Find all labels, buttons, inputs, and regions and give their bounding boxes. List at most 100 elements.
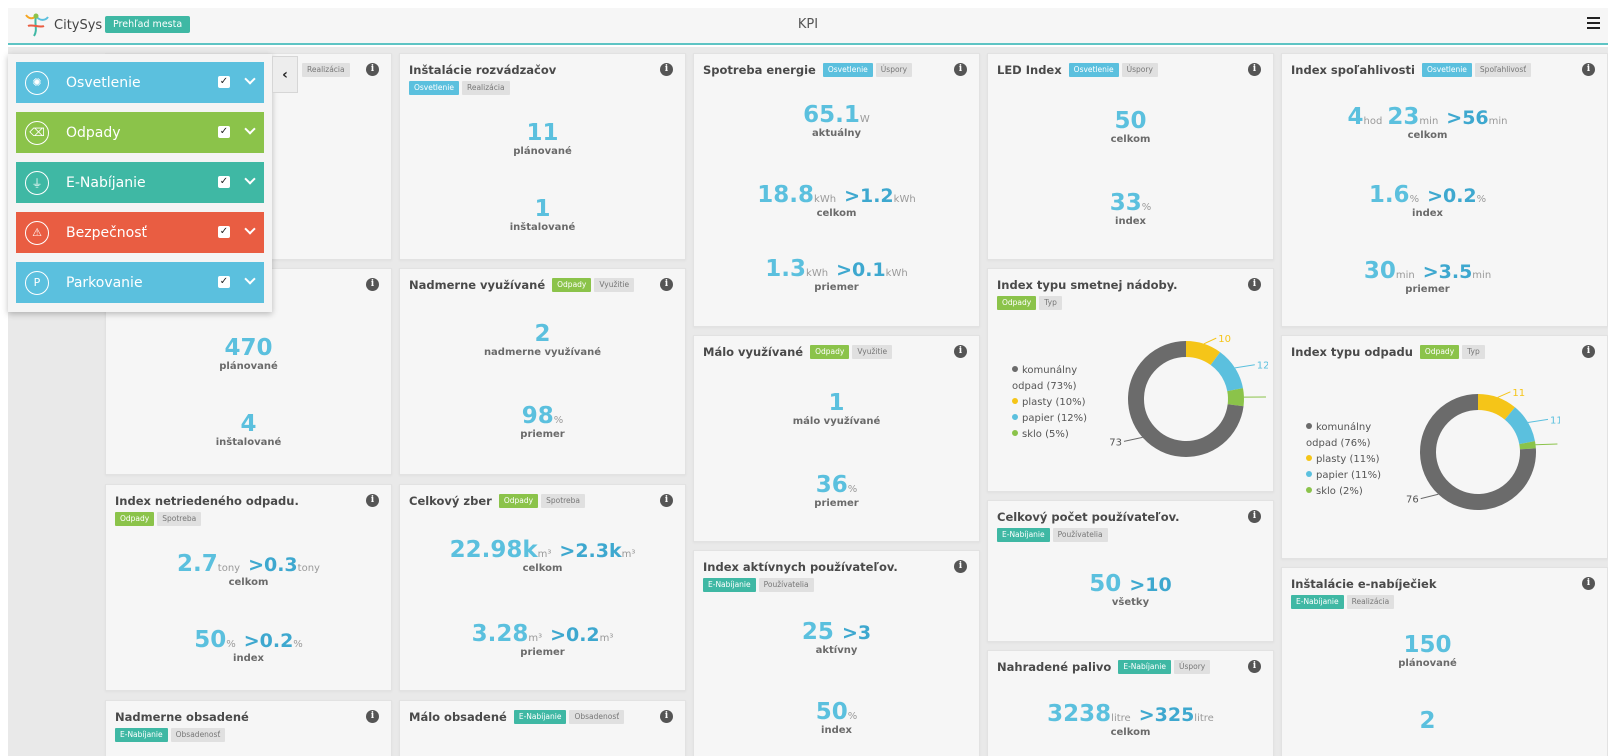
- metric-underused: 1 málo využívané: [792, 390, 881, 427]
- info-icon[interactable]: i: [1248, 278, 1261, 291]
- info-icon[interactable]: i: [660, 494, 673, 507]
- alarm-icon: ⚠: [25, 220, 49, 245]
- slice-label: 2: [1559, 440, 1560, 451]
- tag-uspory[interactable]: Úspory: [1173, 660, 1211, 674]
- sidebar-item-bezpecnost[interactable]: ⚠ Bezpečnosť ✓: [16, 212, 264, 253]
- tag-pouzivatelia[interactable]: Používatelia: [758, 578, 814, 592]
- tag-osvetlenie[interactable]: Osvetlenie: [409, 81, 459, 95]
- info-icon[interactable]: i: [366, 278, 379, 291]
- chevron-down-icon[interactable]: [244, 273, 256, 285]
- tag-odpady[interactable]: Odpady: [997, 296, 1037, 310]
- donut-slice[interactable]: [1477, 394, 1515, 420]
- tag-vyuzitie[interactable]: Využitie: [852, 345, 893, 359]
- tag-odpady[interactable]: Odpady: [1419, 345, 1460, 359]
- tag-obsadenost[interactable]: Obsadenosť: [170, 728, 226, 742]
- info-icon[interactable]: i: [1582, 63, 1595, 76]
- donut-slice[interactable]: [1504, 407, 1535, 445]
- legend-item: plasty (11%): [1306, 452, 1396, 468]
- info-icon[interactable]: i: [660, 63, 673, 76]
- metric-planned: 470 plánované: [219, 335, 278, 372]
- tag-odpady[interactable]: Odpady: [115, 512, 155, 526]
- card-title: Nahradené palivo E-Nabíjanie Úspory: [997, 660, 1243, 674]
- info-icon[interactable]: i: [1248, 63, 1261, 76]
- metric-total: 2.7tony >0.3tony celkom: [177, 551, 320, 588]
- info-icon[interactable]: i: [366, 63, 379, 76]
- tag-spolahlivost[interactable]: Spoľahlivosť: [1474, 63, 1532, 77]
- chevron-down-icon[interactable]: [244, 123, 256, 135]
- tag-osvetlenie[interactable]: Osvetlenie: [822, 63, 873, 77]
- slice-label: 12: [1257, 361, 1268, 372]
- tag-enabijanie[interactable]: E-Nabíjanie: [703, 578, 756, 592]
- info-icon[interactable]: i: [954, 63, 967, 76]
- tag[interactable]: Realizácia: [302, 63, 350, 77]
- tag-spotreba[interactable]: Spotreba: [541, 494, 586, 508]
- checkbox[interactable]: ✓: [218, 176, 230, 188]
- card-title: LED Index Osvetlenie Úspory: [997, 63, 1243, 77]
- card-waste-type-index: Index typu odpadu Odpady Typ i komunálny …: [1281, 335, 1608, 559]
- card-total-collection: Celkový zber Odpady Spotreba i 22.98km³ >2…: [399, 484, 686, 691]
- info-icon[interactable]: i: [1248, 510, 1261, 523]
- top-bar: CitySys Prehľad mesta KPI: [8, 8, 1608, 45]
- info-icon[interactable]: i: [660, 278, 673, 291]
- tag-typ[interactable]: Typ: [1039, 296, 1062, 310]
- legend-item: sklo (2%): [1306, 484, 1396, 500]
- donut-slice[interactable]: [1210, 352, 1243, 392]
- sidebar-item-osvetlenie[interactable]: ✺ Osvetlenie ✓: [16, 62, 264, 103]
- metric-total: 3238litre >325litre celkom: [1047, 701, 1214, 738]
- tag-enabijanie[interactable]: E-Nabíjanie: [1118, 660, 1171, 674]
- sidebar-item-label: Bezpečnosť: [66, 224, 147, 241]
- info-icon[interactable]: i: [660, 710, 673, 723]
- label-line: [1527, 418, 1549, 423]
- tag-enabijanie[interactable]: E-Nabíjanie: [513, 710, 567, 724]
- tag-enabijanie[interactable]: E-Nabíjanie: [1291, 595, 1344, 609]
- info-icon[interactable]: i: [954, 345, 967, 358]
- tag-realizacia[interactable]: Realizácia: [461, 81, 510, 95]
- tag-odpady[interactable]: Odpady: [552, 278, 592, 292]
- tag-odpady[interactable]: Odpady: [498, 494, 539, 508]
- chevron-down-icon[interactable]: [244, 173, 256, 185]
- sidebar-item-label: Parkovanie: [66, 274, 143, 291]
- info-icon[interactable]: i: [1582, 345, 1595, 358]
- card-title: Index netriedeného odpadu.: [115, 494, 299, 508]
- tag-enabijanie[interactable]: E-Nabíjanie: [115, 728, 168, 742]
- tag-enabijanie[interactable]: E-Nabíjanie: [997, 528, 1050, 542]
- donut-slice[interactable]: [1227, 388, 1244, 407]
- metric-installed: 2: [1419, 708, 1436, 734]
- info-icon[interactable]: i: [1582, 577, 1595, 590]
- tag-uspory[interactable]: Úspory: [875, 63, 913, 77]
- tag-typ[interactable]: Typ: [1462, 345, 1485, 359]
- card-underoccupied: Málo obsadené E-Nabíjanie Obsadenosť i: [399, 700, 686, 756]
- metric-all: 50 >10 všetky: [1089, 571, 1172, 608]
- sidebar-item-odpady[interactable]: ⌫ Odpady ✓: [16, 112, 264, 153]
- sidebar-item-parkovanie[interactable]: P Parkovanie ✓: [16, 262, 264, 303]
- hamburger-icon[interactable]: [1584, 14, 1604, 34]
- tag-vyuzitie[interactable]: Využitie: [594, 278, 635, 292]
- collapse-sidebar-button[interactable]: ‹: [272, 56, 298, 93]
- tag-odpady[interactable]: Odpady: [810, 345, 850, 359]
- checkbox[interactable]: ✓: [218, 226, 230, 238]
- sidebar-item-enabijanie[interactable]: ⏚ E-Nabíjanie ✓: [16, 162, 264, 203]
- tag-obsadenost[interactable]: Obsadenosť: [569, 710, 625, 724]
- chevron-down-icon[interactable]: [244, 73, 256, 85]
- info-icon[interactable]: i: [366, 710, 379, 723]
- metric-total: 4hod 23min >56min celkom: [1347, 104, 1508, 141]
- tag-spotreba[interactable]: Spotreba: [157, 512, 202, 526]
- checkbox[interactable]: ✓: [218, 76, 230, 88]
- info-icon[interactable]: i: [954, 560, 967, 573]
- donut-slice[interactable]: [1185, 341, 1221, 366]
- checkbox[interactable]: ✓: [218, 126, 230, 138]
- chevron-down-icon[interactable]: [244, 223, 256, 235]
- metric-index: 33% index: [1109, 190, 1152, 227]
- info-icon[interactable]: i: [366, 494, 379, 507]
- donut-slice[interactable]: [1519, 441, 1536, 450]
- card-energy-consumption: Spotreba energie Osvetlenie Úspory i 65.1…: [693, 53, 980, 327]
- tag-uspory[interactable]: Úspory: [1121, 63, 1158, 77]
- tag-pouzivatelia[interactable]: Používatelia: [1052, 528, 1108, 542]
- label-line: [1123, 436, 1143, 442]
- card-title: Celkový zber Odpady Spotreba: [409, 494, 655, 508]
- tag-osvetlenie[interactable]: Osvetlenie: [1421, 63, 1472, 77]
- tag-osvetlenie[interactable]: Osvetlenie: [1068, 63, 1119, 77]
- info-icon[interactable]: i: [1248, 660, 1261, 673]
- tag-realizacia[interactable]: Realizácia: [1346, 595, 1395, 609]
- checkbox[interactable]: ✓: [218, 276, 230, 288]
